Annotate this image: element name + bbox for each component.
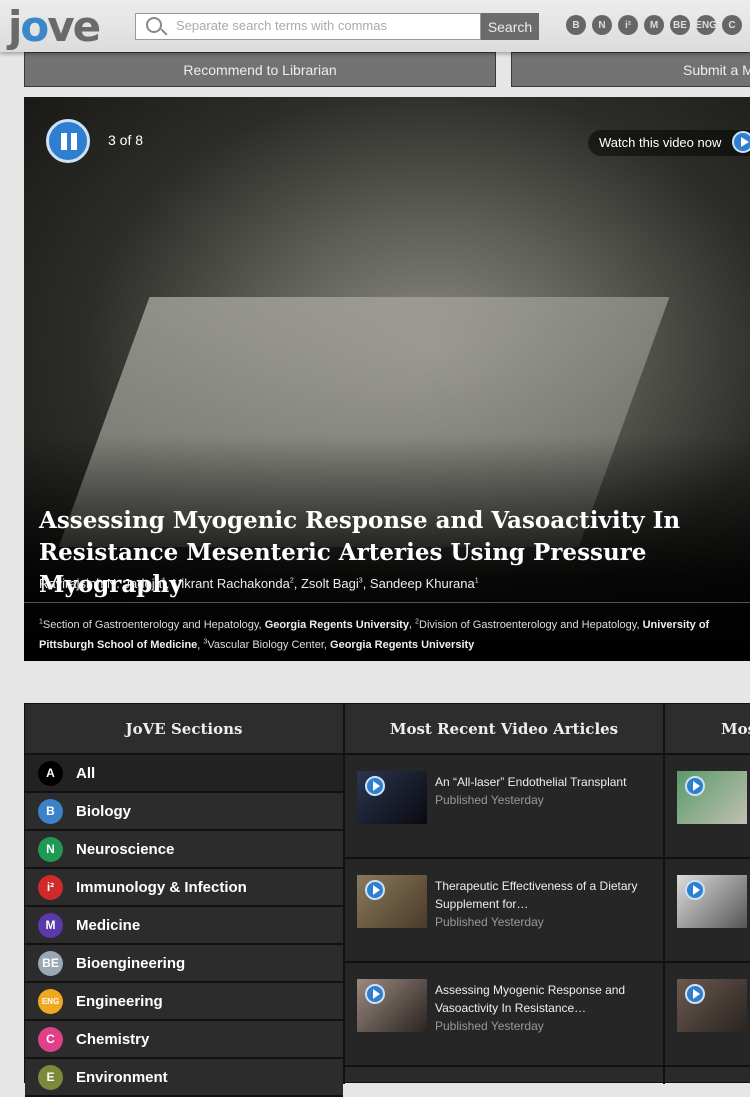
section-label: Environment <box>76 1068 168 1086</box>
play-icon <box>685 984 705 1004</box>
section-badge-icon: E <box>38 1064 63 1090</box>
section-label: Neuroscience <box>76 840 175 858</box>
section-icons: B Ni² M BE ENG C <box>566 15 742 35</box>
section-label: Medicine <box>76 916 141 934</box>
search-box <box>135 13 481 40</box>
author-link[interactable]: Ravirajsinh N. Jadeja1 <box>39 576 166 591</box>
section-badge-icon: ENG <box>38 988 63 1014</box>
article-thumbnail[interactable] <box>357 771 427 824</box>
featured-video[interactable]: 3 of 8 Watch this video now Assessing My… <box>24 97 750 661</box>
column-heading: Most Recent Video Articles <box>345 704 663 755</box>
divider <box>24 602 750 603</box>
article-title[interactable]: Therapeutic Effectiveness of a Dietary S… <box>435 877 655 913</box>
section-label: Engineering <box>76 992 163 1010</box>
play-icon <box>365 776 385 796</box>
section-label: Immunology & Infection <box>76 878 247 896</box>
article-thumbnail[interactable] <box>677 875 747 928</box>
section-immunology-icon[interactable]: i² <box>618 15 638 35</box>
section-chemistry-icon[interactable]: C <box>722 15 742 35</box>
article-thumbnail[interactable] <box>677 979 747 1032</box>
affiliation: 1Section of Gastroenterology and Hepatol… <box>39 618 409 631</box>
play-icon <box>685 880 705 900</box>
search-button[interactable]: Search <box>481 13 539 40</box>
section-biology-icon[interactable]: B <box>566 15 586 35</box>
play-icon[interactable] <box>732 131 750 153</box>
section-item[interactable]: M Medicine <box>25 907 343 945</box>
submit-button[interactable]: Submit a M <box>511 52 750 87</box>
section-engineering-icon[interactable]: ENG <box>695 15 717 35</box>
article-item[interactable]: An “All-laser” Endothelial Transplant Pub… <box>345 755 663 859</box>
section-item[interactable]: A All <box>25 755 343 793</box>
section-item[interactable]: ENG Engineering <box>25 983 343 1021</box>
section-item[interactable]: E Environment <box>25 1059 343 1097</box>
published-date: Published Yesterday <box>435 1019 544 1033</box>
section-label: All <box>76 764 96 782</box>
section-bioengineering-icon[interactable]: BE <box>670 15 690 35</box>
section-neuroscience-icon[interactable]: N <box>592 15 612 35</box>
play-icon <box>365 880 385 900</box>
section-medicine-icon[interactable]: M <box>644 15 664 35</box>
article-thumbnail[interactable] <box>677 771 747 824</box>
section-item[interactable]: i² Immunology & Infection <box>25 869 343 907</box>
column-heading: Mos <box>665 704 750 755</box>
search-icon <box>146 17 162 33</box>
section-label: Chemistry <box>76 1030 150 1048</box>
sections-panel: JoVE Sections A All B Biology N Neuroscience i… <box>24 703 750 1097</box>
article-item[interactable] <box>665 859 750 963</box>
search-input[interactable] <box>176 18 476 33</box>
article-thumbnail[interactable] <box>357 875 427 928</box>
article-thumbnail[interactable] <box>357 979 427 1032</box>
section-badge-icon: B <box>38 798 63 824</box>
third-column: Mos <box>665 704 750 1084</box>
slide-counter: 3 of 8 <box>108 132 144 148</box>
section-label: Bioengineering <box>76 954 186 972</box>
section-label: Biology <box>76 802 131 820</box>
section-badge-icon: BE <box>38 950 63 976</box>
play-icon <box>365 984 385 1004</box>
author-link[interactable]: Sandeep Khurana1 <box>370 576 479 591</box>
article-item[interactable] <box>665 963 750 1067</box>
author-link[interactable]: Zsolt Bagi3 <box>301 576 363 591</box>
watch-video-link[interactable]: Watch this video now <box>588 130 750 156</box>
article-title[interactable]: An “All-laser” Endothelial Transplant <box>435 773 655 791</box>
affiliations: 1Section of Gastroenterology and Hepatol… <box>39 618 710 652</box>
section-badge-icon: N <box>38 836 63 862</box>
pause-icon[interactable] <box>46 119 90 163</box>
published-date: Published Yesterday <box>435 915 544 929</box>
header: jove Search BNi² M BEENGC <box>0 0 750 52</box>
recent-articles-column: Most Recent Video Articles An “All-laser… <box>345 704 665 1084</box>
article-item[interactable]: Assessing Myogenic Response and Vasoacti… <box>345 963 663 1067</box>
article-title[interactable]: Assessing Myogenic Response and Vasoacti… <box>435 981 655 1017</box>
section-badge-icon: C <box>38 1026 63 1052</box>
recommend-librarian-button[interactable]: Recommend to Librarian <box>24 52 496 87</box>
affiliation: 3Vascular Biology Center, Georgia Regent… <box>203 638 475 652</box>
jove-logo[interactable]: jove <box>8 2 101 51</box>
jove-sections-column: JoVE Sections A All B Biology N Neuroscience i… <box>25 704 345 1097</box>
authors: Ravirajsinh N. Jadeja1, Vikrant Rachakon… <box>39 576 479 591</box>
play-icon <box>685 776 705 796</box>
published-date: Published Yesterday <box>435 793 544 807</box>
author-link[interactable]: Vikrant Rachakonda2 <box>173 576 294 591</box>
article-item[interactable]: Therapeutic Effectiveness of a Dietary S… <box>345 859 663 963</box>
section-badge-icon: A <box>38 760 63 786</box>
section-badge-icon: M <box>38 912 63 938</box>
section-item[interactable]: BE Bioengineering <box>25 945 343 983</box>
column-heading: JoVE Sections <box>25 704 343 755</box>
section-item[interactable]: C Chemistry <box>25 1021 343 1059</box>
section-item[interactable]: B Biology <box>25 793 343 831</box>
section-badge-icon: i² <box>38 874 63 900</box>
article-item[interactable] <box>665 755 750 859</box>
section-item[interactable]: N Neuroscience <box>25 831 343 869</box>
